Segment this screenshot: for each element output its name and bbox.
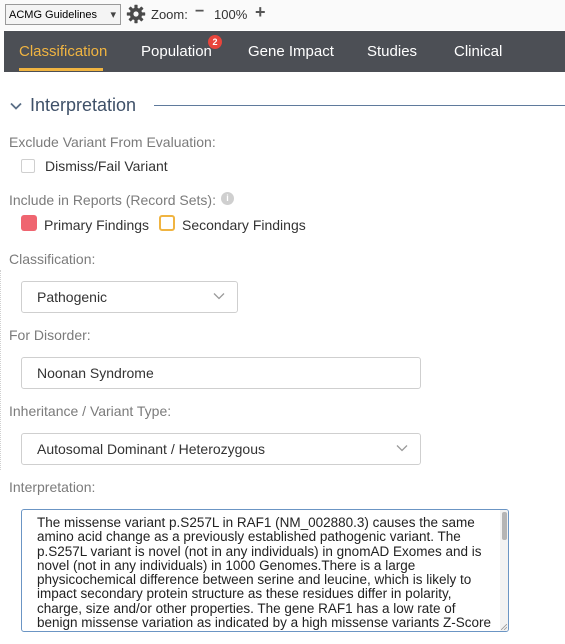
dismiss-variant-label: Dismiss/Fail Variant — [45, 158, 168, 174]
zoom-value: 100% — [214, 7, 248, 22]
panel-border — [0, 270, 4, 470]
disorder-label: For Disorder: — [9, 327, 91, 343]
tab-classification[interactable]: Classification — [19, 43, 107, 60]
chevron-down-icon — [213, 293, 225, 300]
section-divider — [154, 105, 565, 106]
zoom-in-button[interactable]: + — [255, 2, 266, 23]
tab-gene-impact[interactable]: Gene Impact — [248, 43, 334, 60]
classification-select[interactable]: Pathogenic — [21, 281, 238, 313]
chevron-down-icon: ▾ — [110, 9, 116, 21]
info-icon[interactable]: i — [221, 192, 234, 205]
section-title: Interpretation — [30, 95, 137, 115]
secondary-findings-label: Secondary Findings — [182, 217, 306, 233]
guideline-select[interactable]: ACMG Guidelines ▾ — [5, 4, 121, 25]
primary-findings-label: Primary Findings — [44, 217, 150, 233]
inheritance-value: Autosomal Dominant / Heterozygous — [37, 441, 265, 457]
tab-studies[interactable]: Studies — [367, 43, 417, 60]
include-reports-label: Include in Reports (Record Sets): — [9, 192, 216, 208]
disorder-input[interactable]: Noonan Syndrome — [21, 357, 421, 389]
inheritance-select[interactable]: Autosomal Dominant / Heterozygous — [21, 433, 421, 465]
interpretation-textarea[interactable]: The missense variant p.S257L in RAF1 (NM… — [21, 509, 509, 632]
guideline-select-value: ACMG Guidelines — [9, 8, 98, 21]
collapse-chevron-icon[interactable] — [10, 102, 22, 111]
primary-findings-toggle[interactable] — [21, 215, 37, 231]
top-toolbar: ACMG Guidelines ▾ Zoom: − 100% + — [0, 0, 565, 30]
zoom-out-button[interactable]: − — [195, 3, 204, 21]
classification-value: Pathogenic — [37, 289, 108, 305]
interpretation-label: Interpretation: — [9, 479, 96, 495]
secondary-findings-toggle[interactable] — [159, 215, 175, 231]
interpretation-text: The missense variant p.S257L in RAF1 (NM… — [37, 515, 491, 631]
dismiss-variant-checkbox[interactable] — [21, 159, 35, 173]
chevron-down-icon — [396, 445, 408, 452]
gear-icon[interactable] — [126, 4, 146, 24]
scrollbar[interactable] — [500, 510, 508, 631]
classification-label: Classification: — [9, 251, 96, 267]
scrollbar-thumb[interactable] — [502, 512, 507, 540]
inheritance-label: Inheritance / Variant Type: — [9, 403, 172, 419]
population-count-badge: 2 — [208, 35, 222, 49]
tab-population[interactable]: Population — [141, 43, 212, 60]
resize-handle-icon[interactable] — [501, 624, 507, 630]
tab-bar: Classification Population 2 Gene Impact … — [4, 31, 565, 72]
zoom-label: Zoom: — [151, 7, 188, 22]
exclude-label: Exclude Variant From Evaluation: — [9, 134, 216, 150]
tab-clinical[interactable]: Clinical — [454, 43, 502, 60]
active-tab-indicator — [19, 68, 103, 71]
disorder-value: Noonan Syndrome — [37, 365, 154, 381]
